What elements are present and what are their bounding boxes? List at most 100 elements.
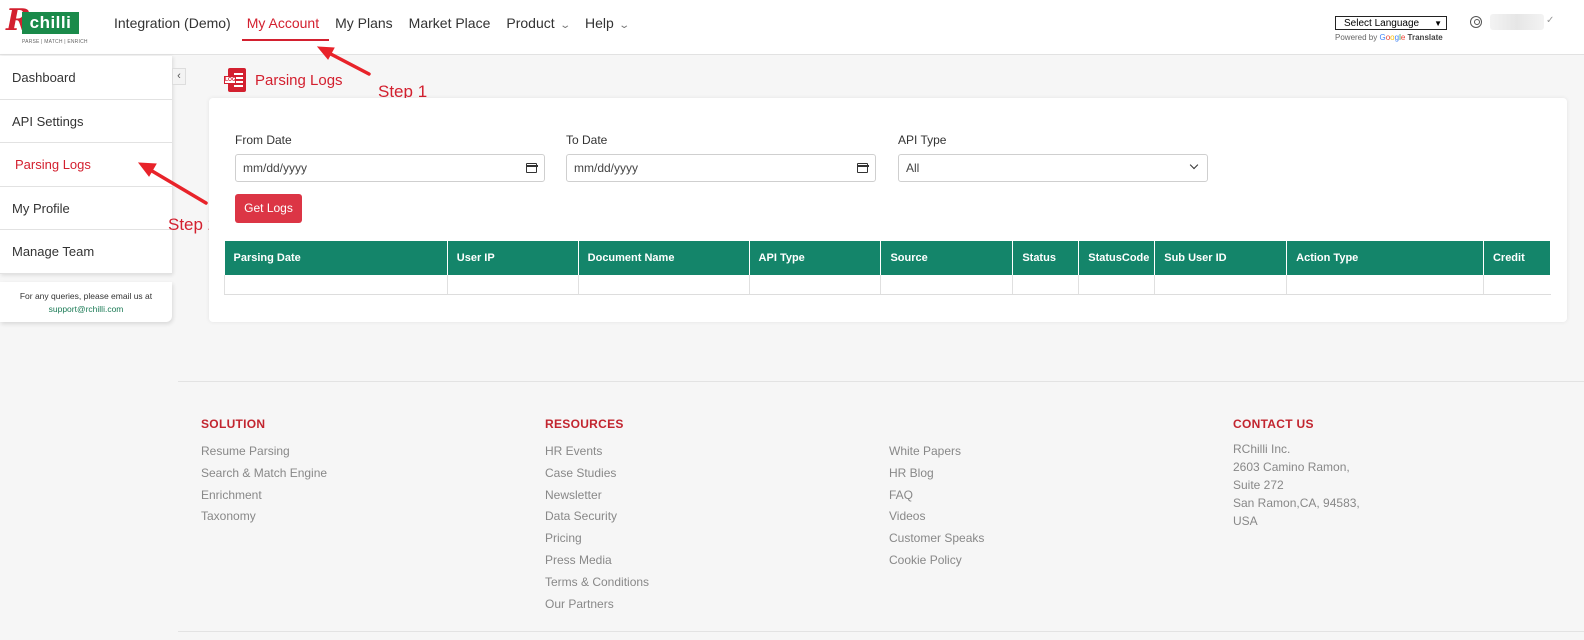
footer-link[interactable]: Our Partners xyxy=(545,594,649,616)
footer-link[interactable]: FAQ xyxy=(889,485,984,507)
contact-line: USA xyxy=(1233,514,1258,528)
table-cell xyxy=(1483,275,1551,295)
logo-tagline: PARSE | MATCH | ENRICH xyxy=(22,39,88,45)
nav-my-account[interactable]: My Account xyxy=(241,15,330,41)
page-title: LOG Parsing Logs xyxy=(224,68,343,92)
sidebar-item-dashboard[interactable]: Dashboard xyxy=(0,56,172,100)
footer-link[interactable]: Taxonomy xyxy=(201,506,327,528)
logo-text: chilli xyxy=(22,12,79,34)
footer-more-resources: White Papers HR Blog FAQ Videos Customer… xyxy=(889,441,984,572)
chevron-down-icon: ⌄ xyxy=(558,20,571,31)
footer-heading: SOLUTION xyxy=(201,417,266,431)
column-header[interactable]: StatusCode xyxy=(1078,241,1156,275)
footer-link[interactable]: Customer Speaks xyxy=(889,528,984,550)
from-date-input[interactable]: mm/dd/yyyy xyxy=(235,154,545,182)
column-header[interactable]: Sub User ID xyxy=(1154,241,1288,275)
contact-line: 2603 Camino Ramon, xyxy=(1233,460,1350,474)
language-select[interactable]: Select Language ▼ xyxy=(1335,16,1447,30)
nav-label: Help xyxy=(585,15,614,31)
translate-label[interactable]: Translate xyxy=(1408,33,1443,42)
sidebar-item-manage-team[interactable]: Manage Team xyxy=(0,230,172,274)
column-header[interactable]: User IP xyxy=(447,241,579,275)
to-date-label: To Date xyxy=(566,133,608,147)
column-header[interactable]: Status xyxy=(1012,241,1080,275)
footer-link[interactable]: HR Blog xyxy=(889,463,984,485)
footer-contact: CONTACT US RChilli Inc. 2603 Camino Ramo… xyxy=(1233,417,1360,530)
column-header[interactable]: Source xyxy=(880,241,1014,275)
footer-link[interactable]: White Papers xyxy=(889,441,984,463)
user-name-redacted[interactable] xyxy=(1490,14,1544,30)
nav-label: Integration (Demo) xyxy=(114,15,231,31)
contact-line: Suite 272 xyxy=(1233,478,1284,492)
table-row-empty xyxy=(224,275,1551,295)
table-cell xyxy=(224,275,448,295)
dropdown-arrow-icon: ▼ xyxy=(1434,18,1442,28)
footer-link[interactable]: Enrichment xyxy=(201,485,327,507)
nav-label: Market Place xyxy=(408,15,491,31)
chevron-down-icon: ⌄ xyxy=(618,20,630,31)
table-cell xyxy=(447,275,579,295)
sidebar-item-my-profile[interactable]: My Profile xyxy=(0,187,172,230)
column-header[interactable]: API Type xyxy=(749,241,882,275)
footer-link[interactable]: Videos xyxy=(889,506,984,528)
from-date-label: From Date xyxy=(235,133,292,147)
get-logs-button[interactable]: Get Logs xyxy=(235,194,302,223)
sidebar-item-parsing-logs[interactable]: Parsing Logs xyxy=(0,143,172,187)
footer-bottom-divider xyxy=(178,631,1584,632)
support-email-link[interactable]: support@rchilli.com xyxy=(0,303,172,316)
table-cell xyxy=(578,275,750,295)
table-header-row: Parsing Date User IP Document Name API T… xyxy=(224,241,1552,275)
nav-integration-demo[interactable]: Integration (Demo) xyxy=(114,15,231,31)
contact-line: RChilli Inc. xyxy=(1233,442,1291,456)
rchilli-logo[interactable]: R chilli PARSE | MATCH | ENRICH xyxy=(6,6,88,48)
nav-label: My Plans xyxy=(335,15,393,31)
footer-link[interactable]: Cookie Policy xyxy=(889,550,984,572)
column-header[interactable]: Parsing Date xyxy=(224,241,448,275)
column-header[interactable]: Credit xyxy=(1483,241,1552,275)
footer-resources: RESOURCES HR Events Case Studies Newslet… xyxy=(545,417,649,615)
table-cell xyxy=(1286,275,1484,295)
page-title-text: Parsing Logs xyxy=(255,71,343,89)
calendar-icon[interactable] xyxy=(525,163,538,173)
language-select-value: Select Language xyxy=(1344,17,1420,29)
api-type-value: All xyxy=(906,161,920,175)
support-note-text: For any queries, please email us at xyxy=(19,291,153,301)
footer-link[interactable]: Pricing xyxy=(545,528,649,550)
log-file-icon: LOG xyxy=(224,68,246,92)
support-note: For any queries, please email us at supp… xyxy=(0,282,172,322)
table-cell xyxy=(1012,275,1080,295)
footer-link[interactable]: Press Media xyxy=(545,550,649,572)
top-navbar: R chilli PARSE | MATCH | ENRICH Integrat… xyxy=(0,0,1584,55)
account-sidebar: Dashboard API Settings Parsing Logs My P… xyxy=(0,56,172,274)
column-header[interactable]: Action Type xyxy=(1286,241,1484,275)
footer-heading: RESOURCES xyxy=(545,417,624,431)
powered-by-google: Powered by Google Translate xyxy=(1335,33,1447,42)
table-cell xyxy=(1078,275,1156,295)
nav-label: My Account xyxy=(246,15,320,31)
user-menu-chevron-icon[interactable]: ✓ xyxy=(1546,15,1554,26)
calendar-icon[interactable] xyxy=(856,163,869,173)
nav-market-place[interactable]: Market Place xyxy=(409,15,491,31)
api-type-select[interactable]: All xyxy=(898,154,1208,182)
collapse-sidebar-button[interactable]: ‹ xyxy=(172,68,186,85)
column-header[interactable]: Document Name xyxy=(578,241,750,275)
language-selector: Select Language ▼ Powered by Google Tran… xyxy=(1335,16,1447,42)
nav-product[interactable]: Product ⌄ xyxy=(506,15,571,31)
nav-my-plans[interactable]: My Plans xyxy=(335,15,393,31)
nav-help[interactable]: Help ⌄ xyxy=(585,15,630,31)
footer-divider xyxy=(178,381,1584,382)
powered-by-label: Powered by xyxy=(1335,33,1378,42)
footer-link[interactable]: Case Studies xyxy=(545,463,649,485)
contact-line: San Ramon,CA, 94583, xyxy=(1233,496,1360,510)
nav-label: Product xyxy=(506,15,555,31)
footer-link[interactable]: Search & Match Engine xyxy=(201,463,327,485)
footer-link[interactable]: Resume Parsing xyxy=(201,441,327,463)
sidebar-item-api-settings[interactable]: API Settings xyxy=(0,100,172,143)
footer-link[interactable]: Newsletter xyxy=(545,485,649,507)
footer-link[interactable]: Terms & Conditions xyxy=(545,572,649,594)
user-avatar-icon[interactable] xyxy=(1470,16,1482,28)
to-date-input[interactable]: mm/dd/yyyy xyxy=(566,154,876,182)
footer-link[interactable]: Data Security xyxy=(545,506,649,528)
footer-link[interactable]: HR Events xyxy=(545,441,649,463)
parsing-logs-table: Parsing Date User IP Document Name API T… xyxy=(224,241,1552,295)
